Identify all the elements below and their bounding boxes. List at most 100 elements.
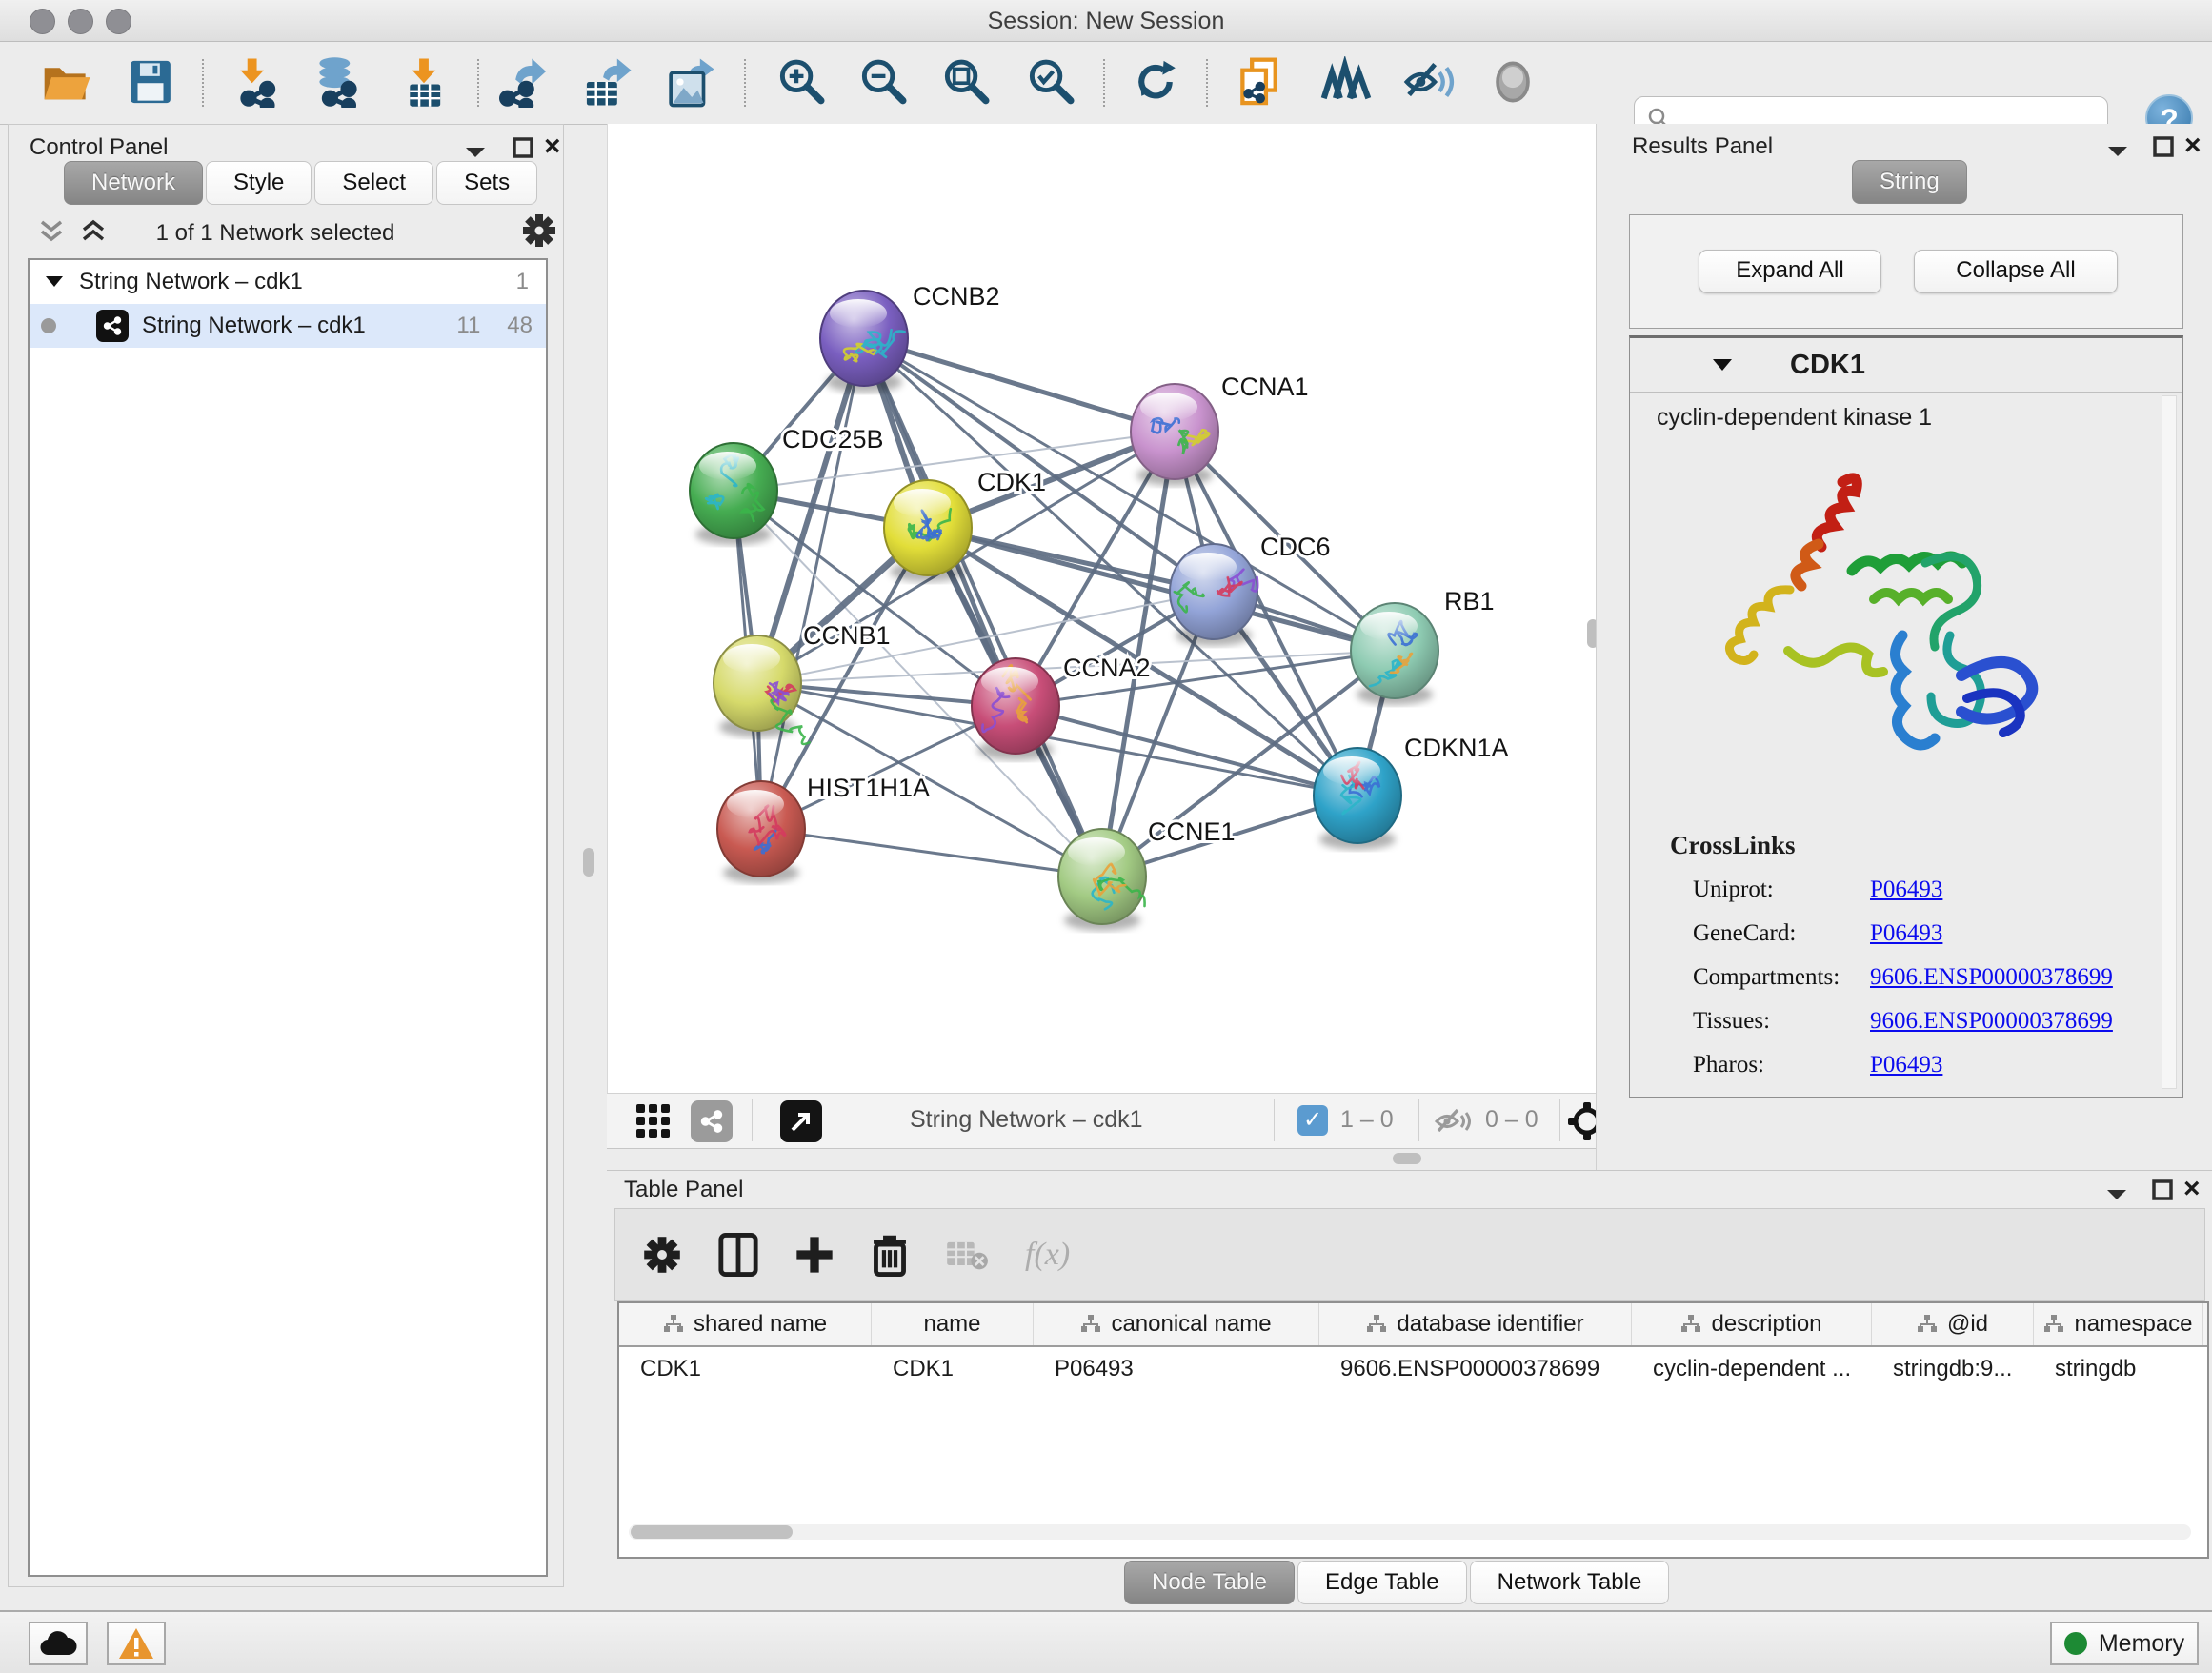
column-header[interactable]: shared name [619,1303,872,1345]
tab-style[interactable]: Style [206,161,312,205]
tab-network[interactable]: Network [64,161,203,205]
network-node[interactable] [1170,544,1257,646]
network-node[interactable] [884,480,972,582]
export-table-icon[interactable] [582,56,633,108]
network-edge[interactable] [761,829,1102,877]
export-image-icon[interactable] [665,56,716,108]
main-toolbar: ? [0,42,2212,125]
column-header[interactable]: namespace [2034,1303,2203,1345]
import-network-file-icon[interactable] [233,56,285,108]
panel-float-icon[interactable] [2152,135,2175,158]
network-node[interactable] [1314,748,1401,850]
memory-label: Memory [2099,1630,2184,1658]
open-session-icon[interactable] [41,56,92,108]
delete-column-icon[interactable] [871,1233,909,1277]
memory-button[interactable]: Memory [2050,1622,2199,1665]
panel-close-icon[interactable]: × [2183,1173,2201,1205]
network-node[interactable] [717,781,805,883]
section-collapse-icon[interactable] [1712,358,1733,373]
tab-network-table[interactable]: Network Table [1470,1561,1670,1604]
column-header[interactable]: canonical name [1034,1303,1319,1345]
network-row[interactable]: String Network – cdk1 11 48 [30,304,546,348]
crosslink-link[interactable]: 9606.ENSP00000378699 [1870,964,2113,990]
panel-menu-icon[interactable] [2106,145,2129,158]
tab-edge-table[interactable]: Edge Table [1297,1561,1467,1604]
crosslink-link[interactable]: P06493 [1870,1052,1942,1078]
memory-status-dot [2064,1632,2087,1655]
toolbar-separator [1206,59,1208,107]
crosslink-row: Tissues:9606.ENSP00000378699 [1693,999,2182,1043]
crosslink-row: Compartments:9606.ENSP00000378699 [1693,956,2182,999]
panel-float-icon[interactable] [512,136,534,159]
crosslink-link[interactable]: P06493 [1870,877,1942,902]
network-edge[interactable] [864,338,1175,432]
network-node[interactable] [1058,829,1146,931]
zoom-out-icon[interactable] [857,56,909,108]
table-hscrollbar[interactable] [629,1524,2191,1540]
selected-checkbox-icon[interactable]: ✓ [1297,1105,1328,1136]
panel-float-icon[interactable] [2151,1179,2174,1201]
network-node[interactable] [972,658,1059,760]
zoom-in-icon[interactable] [775,56,827,108]
tab-sets[interactable]: Sets [436,161,537,205]
import-network-database-icon[interactable] [312,56,364,108]
results-scrollbar[interactable] [2162,395,2177,1089]
refresh-icon[interactable] [1130,56,1181,108]
cloud-button[interactable] [29,1622,88,1665]
title-bar: Session: New Session [0,0,2212,42]
column-header[interactable]: @id [1872,1303,2034,1345]
zoom-selected-icon[interactable] [1025,56,1076,108]
column-header[interactable]: description [1632,1303,1872,1345]
crosslink-label: Compartments: [1693,964,1870,991]
show-columns-icon[interactable] [718,1233,758,1277]
network-node-label: HIST1H1A [807,774,930,802]
tab-node-table[interactable]: Node Table [1124,1561,1295,1604]
panel-close-icon[interactable]: × [544,131,561,163]
warning-button[interactable] [107,1622,166,1665]
collection-label: String Network – cdk1 [79,269,303,295]
panel-close-icon[interactable]: × [2184,130,2202,162]
network-node[interactable] [1351,603,1438,705]
collapse-all-button[interactable]: Collapse All [1914,250,2118,293]
network-canvas[interactable]: CCNB2CCNA1CDC25BCDK1CDC6RB1CCNB1CCNA2CDK… [607,124,1597,1093]
tab-select[interactable]: Select [314,161,433,205]
network-collection-row[interactable]: String Network – cdk1 1 [30,260,546,304]
network-node[interactable] [690,443,777,545]
string-style-icon[interactable] [691,1100,733,1142]
column-header[interactable]: name [872,1303,1034,1345]
birds-eye-grid-icon[interactable] [635,1103,672,1139]
crosslink-link[interactable]: P06493 [1870,920,1942,946]
string-network-icon [96,310,129,342]
network-node[interactable] [1131,384,1218,486]
bottom-splitter-handle[interactable] [1393,1153,1421,1164]
column-header[interactable]: database identifier [1319,1303,1632,1345]
panel-menu-icon[interactable] [2105,1188,2128,1201]
network-node[interactable] [820,291,908,393]
open-in-window-icon[interactable] [780,1100,822,1142]
panel-menu-icon[interactable] [464,146,487,159]
table-cell: stringdb [2034,1347,2203,1391]
left-splitter-handle[interactable] [583,848,594,877]
table-row[interactable]: CDK1CDK1P064939606.ENSP00000378699cyclin… [619,1347,2207,1391]
gear-icon[interactable] [521,212,557,249]
crosslink-link[interactable]: 9606.ENSP00000378699 [1870,1008,2113,1034]
tree-expand-icon[interactable] [45,275,64,289]
cytoscape-window: { "titlebar": {"title": "Session: New Se… [0,0,2212,1671]
table-gear-icon[interactable] [642,1235,682,1275]
hide-selected-icon[interactable] [1403,56,1455,108]
show-all-icon[interactable] [1487,56,1538,108]
gene-section-header[interactable]: CDK1 [1630,338,2182,393]
first-neighbors-icon[interactable] [1320,56,1372,108]
save-session-icon[interactable] [125,56,176,108]
string-network-graph[interactable]: CCNB2CCNA1CDC25BCDK1CDC6RB1CCNB1CCNA2CDK… [608,124,1597,1093]
network-edge[interactable] [761,338,864,829]
import-table-file-icon[interactable] [398,56,450,108]
network-tree: String Network – cdk1 1 String Network –… [28,258,548,1577]
export-network-icon[interactable] [499,56,551,108]
clone-network-icon[interactable] [1236,56,1287,108]
selected-count: 1 – 0 [1340,1106,1394,1134]
add-column-icon[interactable] [794,1235,835,1275]
zoom-fit-icon[interactable] [940,56,992,108]
expand-all-button[interactable]: Expand All [1699,250,1881,293]
tab-string[interactable]: String [1852,160,1967,204]
